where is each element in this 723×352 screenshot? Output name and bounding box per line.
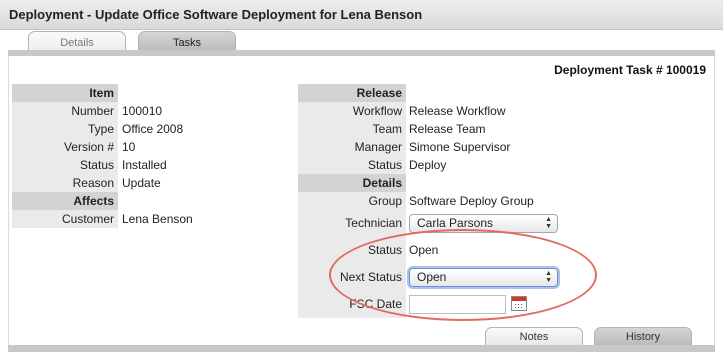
- item-type-row: Type Office 2008: [12, 120, 192, 138]
- affects-customer-value: Lena Benson: [122, 212, 193, 226]
- item-version-row: Version # 10: [12, 138, 192, 156]
- affects-customer-row: Customer Lena Benson: [12, 210, 193, 228]
- task-panel: Deployment Task # 100019 Item Number 100…: [8, 56, 715, 352]
- release-status-label: Status: [298, 156, 406, 174]
- affects-header-row: Affects: [12, 192, 192, 210]
- release-status-value: Deploy: [409, 158, 447, 172]
- release-manager-value: Simone Supervisor: [409, 140, 511, 154]
- details-header-row: Details: [298, 174, 558, 192]
- affects-customer-label: Customer: [12, 210, 118, 228]
- tab-notes[interactable]: Notes: [485, 327, 583, 346]
- item-type-label: Type: [12, 120, 118, 138]
- next-status-select-value: Open: [417, 270, 447, 284]
- release-manager-label: Manager: [298, 138, 406, 156]
- item-header-row: Item: [12, 84, 192, 102]
- item-status-row: Status Installed: [12, 156, 192, 174]
- details-group-value: Software Deploy Group: [409, 194, 534, 208]
- tab-history[interactable]: History: [594, 327, 692, 346]
- item-header: Item: [12, 84, 118, 102]
- release-manager-row: Manager Simone Supervisor: [298, 138, 558, 156]
- item-status-value: Installed: [122, 158, 167, 172]
- details-status-row: Status Open: [298, 237, 558, 264]
- select-arrows-icon: ▲ ▼: [545, 216, 552, 230]
- details-next-status-row: Next Status Open ▲ ▼: [298, 264, 558, 291]
- details-next-status-label: Next Status: [298, 264, 406, 291]
- details-status-label: Status: [298, 237, 406, 264]
- release-team-value: Release Team: [409, 122, 486, 136]
- item-number-row: Number 100010: [12, 102, 192, 120]
- technician-select-value: Carla Parsons: [417, 216, 494, 230]
- calendar-icon-header: [512, 297, 526, 301]
- calendar-icon[interactable]: [511, 296, 527, 311]
- technician-select[interactable]: Carla Parsons ▲ ▼: [409, 214, 558, 233]
- release-header-row: Release: [298, 84, 558, 102]
- window-titlebar: Deployment - Update Office Software Depl…: [0, 0, 723, 30]
- item-section: Item Number 100010 Type Office 2008 Vers…: [12, 84, 193, 228]
- task-number: Deployment Task # 100019: [554, 63, 706, 77]
- details-technician-label: Technician: [298, 210, 406, 237]
- item-number-link[interactable]: 100010: [122, 102, 162, 120]
- window-title: Deployment - Update Office Software Depl…: [9, 7, 423, 22]
- item-reason-row: Reason Update: [12, 174, 192, 192]
- details-technician-row: Technician Carla Parsons ▲ ▼: [298, 210, 558, 237]
- details-fsc-date-label: FSC Date: [298, 291, 406, 318]
- item-version-label: Version #: [12, 138, 118, 156]
- details-header: Details: [298, 174, 406, 192]
- release-status-row: Status Deploy: [298, 156, 558, 174]
- release-workflow-value: Release Workflow: [409, 104, 506, 118]
- panel-bottom-bar: [8, 345, 715, 352]
- details-fsc-date-row: FSC Date: [298, 291, 558, 318]
- fsc-date-input[interactable]: [409, 295, 506, 314]
- release-workflow-label: Workflow: [298, 102, 406, 120]
- item-version-value: 10: [122, 140, 136, 154]
- select-arrows-icon: ▲ ▼: [545, 270, 552, 284]
- calendar-icon-grid: [514, 303, 524, 309]
- item-reason-label: Reason: [12, 174, 118, 192]
- release-header: Release: [298, 84, 406, 102]
- next-status-select[interactable]: Open ▲ ▼: [409, 268, 558, 287]
- item-reason-value: Update: [122, 176, 161, 190]
- affects-header: Affects: [12, 192, 118, 210]
- details-group-row: Group Software Deploy Group: [298, 192, 558, 210]
- release-team-row: Team Release Team: [298, 120, 558, 138]
- release-workflow-row: Workflow Release Workflow: [298, 102, 558, 120]
- item-type-value: Office 2008: [122, 122, 184, 136]
- item-number-label: Number: [12, 102, 118, 120]
- details-status-value: Open: [409, 243, 439, 257]
- details-group-label: Group: [298, 192, 406, 210]
- release-team-label: Team: [298, 120, 406, 138]
- item-status-label: Status: [12, 156, 118, 174]
- release-section: Release Workflow Release Workflow Team R…: [298, 84, 558, 318]
